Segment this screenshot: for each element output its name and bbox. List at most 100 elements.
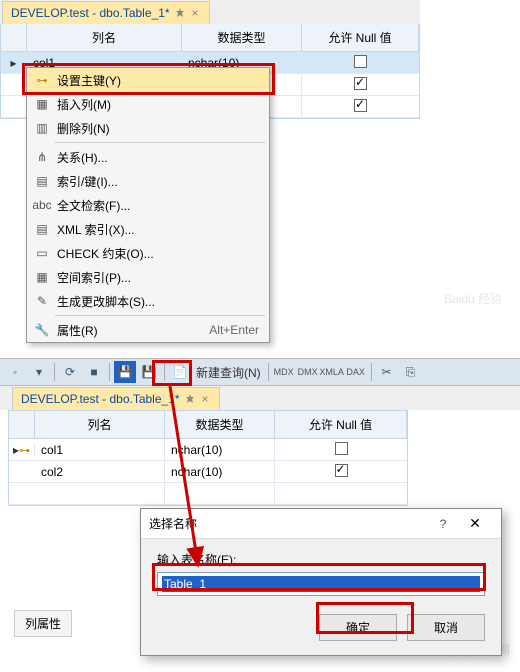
new-query-button[interactable]: 新建查询(N) [193,364,264,381]
cell-type[interactable] [165,483,275,504]
menu-insert-column[interactable]: ▦ 插入列(M) [27,92,269,116]
new-query-icon[interactable]: 📄 [169,361,191,383]
close-icon[interactable]: × [190,6,201,20]
ok-button[interactable]: 确定 [319,614,397,641]
menu-indexes-keys[interactable]: ▤ 索引/键(I)... [27,169,269,193]
menu-separator [55,142,265,143]
toolbar-separator [164,363,165,381]
toolbar-separator [268,363,269,381]
context-menu: ⊶ 设置主键(Y) ▦ 插入列(M) ▥ 删除列(N) ⋔ 关系(H)... ▤… [26,67,270,343]
tab-bar: DEVELOP.test - dbo.Table_1* × [0,0,420,24]
bottom-panel: ◦ ▾ ⟳ ■ 💾 💾 📄 新建查询(N) MDX DMX XMLA DAX ✂… [0,358,520,506]
menu-label: 关系(H)... [53,149,259,166]
tab-title: DEVELOP.test - dbo.Table_1* [11,6,170,20]
save-all-button[interactable]: 💾 [138,361,160,383]
toolbar-separator [54,363,55,381]
menu-xml-index[interactable]: ▤ XML 索引(X)... [27,217,269,241]
tab-title: DEVELOP.test - dbo.Table_1* [21,392,180,406]
dax-button[interactable]: DAX [345,361,367,383]
col-header-null: 允许 Null 值 [302,24,419,51]
cell-null[interactable] [275,464,407,480]
primary-key-icon: ⊶ [19,445,30,457]
column-properties-label: 列属性 [14,610,72,637]
menu-set-primary-key[interactable]: ⊶ 设置主键(Y) [27,68,269,92]
menu-properties[interactable]: 🔧 属性(R) Alt+Enter [27,318,269,342]
copy-button[interactable]: ⎘ [400,361,422,383]
delete-icon: ▥ [31,121,53,135]
tab-bar: DEVELOP.test - dbo.Table_1* × [0,386,520,410]
choose-name-dialog: 选择名称 ? ✕ 输入表名称(E): 确定 取消 [140,508,502,656]
cell-null[interactable] [275,442,407,458]
menu-label: 全文检索(F)... [53,197,259,214]
cell-name[interactable]: col1 [35,439,165,460]
menu-delete-column[interactable]: ▥ 删除列(N) [27,116,269,140]
stop-button[interactable]: ■ [83,361,105,383]
menu-label: 设置主键(Y) [53,72,259,89]
cell-null[interactable] [302,99,419,115]
menu-label: 生成更改脚本(S)... [53,293,259,310]
grid-row[interactable]: col2 nchar(10) [9,461,407,483]
grid-header: 列名 数据类型 允许 Null 值 [1,24,419,52]
cell-type[interactable]: nchar(10) [165,439,275,460]
row-header-cell [1,24,27,51]
cell-null[interactable] [302,55,419,71]
spatial-icon: ▦ [31,270,53,284]
col-header-null: 允许 Null 值 [275,411,407,438]
menu-generate-script[interactable]: ✎ 生成更改脚本(S)... [27,289,269,313]
row-indicator-icon: ▸ [1,56,27,70]
xmla-button[interactable]: XMLA [321,361,343,383]
menu-spatial-index[interactable]: ▦ 空间索引(P)... [27,265,269,289]
cell-name[interactable]: col2 [35,461,165,482]
save-button[interactable]: 💾 [114,361,136,383]
menu-relationships[interactable]: ⋔ 关系(H)... [27,145,269,169]
close-icon[interactable]: ✕ [457,515,493,532]
mdx-button[interactable]: MDX [273,361,295,383]
menu-label: 删除列(N) [53,120,259,137]
menu-label: XML 索引(X)... [53,221,259,238]
designer-tab[interactable]: DEVELOP.test - dbo.Table_1* × [12,387,220,410]
fulltext-icon: abc [31,198,53,212]
grid-row[interactable]: ▸⊶ col1 nchar(10) [9,439,407,461]
insert-icon: ▦ [31,97,53,111]
nav-fwd-button[interactable]: ▾ [28,361,50,383]
menu-check-constraint[interactable]: ▭ CHECK 约束(O)... [27,241,269,265]
table-name-input-wrap [157,572,485,596]
menu-fulltext[interactable]: abc 全文检索(F)... [27,193,269,217]
key-icon: ⊶ [31,74,53,87]
nav-back-button[interactable]: ◦ [4,361,26,383]
grid-row[interactable] [9,483,407,505]
help-icon[interactable]: ? [429,517,457,531]
checkbox-icon[interactable] [335,464,348,477]
cell-type[interactable]: nchar(10) [165,461,275,482]
designer-tab[interactable]: DEVELOP.test - dbo.Table_1* × [2,1,210,24]
refresh-button[interactable]: ⟳ [59,361,81,383]
script-icon: ✎ [31,294,53,308]
rel-icon: ⋔ [31,150,53,164]
cancel-button[interactable]: 取消 [407,614,485,641]
close-icon[interactable]: × [200,392,211,406]
cut-button[interactable]: ✂ [376,361,398,383]
checkbox-icon[interactable] [354,55,367,68]
menu-separator [55,315,265,316]
checkbox-icon[interactable] [354,99,367,112]
checkbox-icon[interactable] [354,77,367,90]
pin-icon[interactable] [174,7,186,19]
checkbox-icon[interactable] [335,442,348,455]
cell-name[interactable] [35,483,165,504]
toolbar-separator [109,363,110,381]
dialog-titlebar: 选择名称 ? ✕ [141,509,501,539]
col-header-name: 列名 [35,411,165,438]
index-icon: ▤ [31,174,53,188]
cell-null[interactable] [302,77,419,93]
pin-icon[interactable] [184,393,196,405]
input-label: 输入表名称(E): [157,551,485,568]
dmx-button[interactable]: DMX [297,361,319,383]
columns-grid: 列名 数据类型 允许 Null 值 ▸⊶ col1 nchar(10) col2… [8,410,408,506]
menu-label: 索引/键(I)... [53,173,259,190]
row-header-cell [9,411,35,438]
menu-shortcut: Alt+Enter [209,323,259,337]
row-indicator-icon: ▸⊶ [9,443,35,457]
table-name-input[interactable] [162,576,480,592]
watermark: Baidu 经验 [444,290,502,307]
dialog-body: 输入表名称(E): [141,539,501,604]
